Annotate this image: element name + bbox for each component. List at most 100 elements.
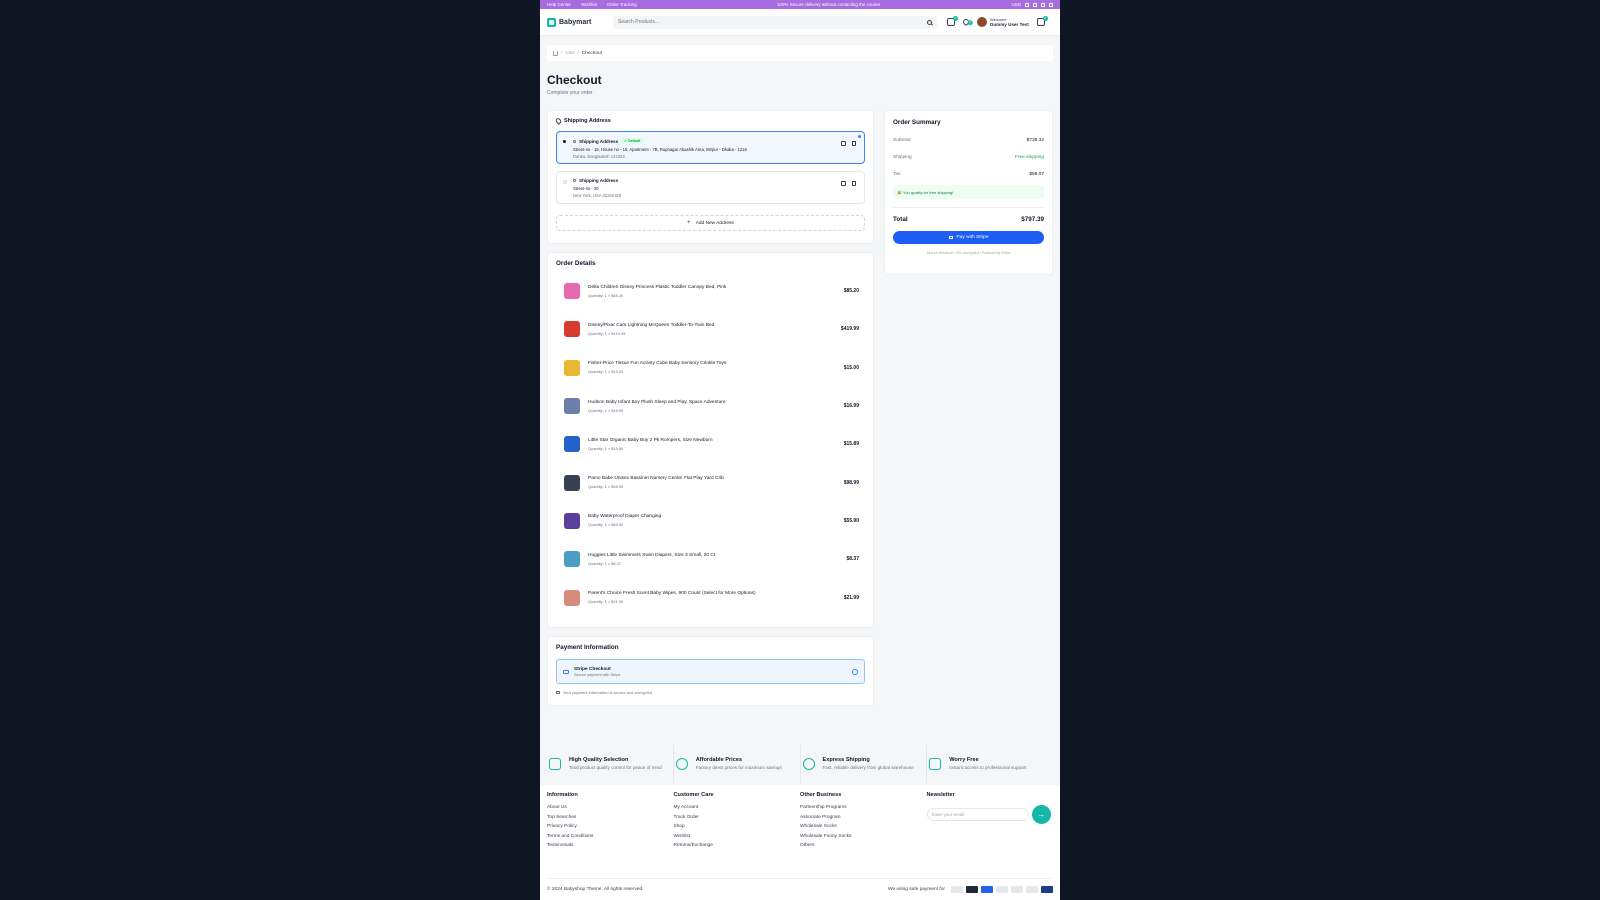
product-name[interactable]: Huggies Little Swimmers Swim Diapers, Si… [588, 553, 715, 558]
stripe-text: Stripe Checkout Secure payment with Stri… [574, 667, 620, 677]
product-price: $15.89 [843, 441, 859, 448]
amex-icon [981, 886, 993, 893]
wishlist-icon[interactable]: 0 [961, 17, 973, 27]
product-name[interactable]: Delta Children Disney Princess Plastic T… [588, 285, 726, 290]
logo[interactable]: Babymart [547, 17, 613, 27]
breadcrumb-cart[interactable]: Cart [565, 51, 574, 56]
footer-link[interactable]: Track Order [674, 815, 801, 820]
order-item-row: Delta Children Disney Princess Plastic T… [556, 272, 865, 310]
cart-icon[interactable]: 0 [1036, 16, 1048, 26]
product-info: Disney/Pixar Cars Lightning McQueen Todd… [588, 323, 714, 336]
footer-link[interactable]: Testimonials [547, 843, 674, 848]
lock-icon [556, 691, 560, 694]
instagram-icon[interactable] [1032, 2, 1037, 7]
edit-icon[interactable] [841, 141, 846, 146]
footer-link[interactable]: Wholesale Socks [800, 824, 927, 829]
footer-link[interactable]: Others [800, 843, 927, 848]
shipping-label: Shipping [893, 155, 912, 160]
product-name[interactable]: Disney/Pixar Cars Lightning McQueen Todd… [588, 323, 714, 328]
jcb-icon [996, 886, 1008, 893]
edit-icon[interactable] [841, 181, 846, 186]
product-name[interactable]: Fisher-Price Tissue Fun Activity Cube Ba… [588, 361, 726, 366]
unionpay-icon [1041, 886, 1053, 893]
address-radio[interactable] [563, 180, 567, 184]
pay-with-stripe-button[interactable]: Pay with Stripe [893, 231, 1044, 244]
search-input[interactable] [618, 19, 898, 25]
breadcrumb-sep: / [561, 50, 563, 56]
product-thumbnail[interactable] [564, 589, 580, 606]
footer-link[interactable]: Returns/Exchange [674, 843, 801, 848]
footer-heading: Customer Care [673, 792, 714, 798]
order-summary-card: Order Summary Subtotal $738.32 Shipping … [884, 110, 1053, 275]
footer-link[interactable]: Wholesale Funny Socks [800, 834, 927, 839]
product-name[interactable]: Pamo Babe Unisex Bassinet Nursery Center… [588, 476, 724, 481]
product-name[interactable]: Little Star Organic Baby Boy 2 Pk Romper… [588, 438, 713, 443]
product-thumbnail[interactable] [564, 321, 580, 338]
product-thumbnail[interactable] [564, 474, 580, 491]
footer-link[interactable]: Top Searches [547, 815, 674, 820]
product-info: Fisher-Price Tissue Fun Activity Cube Ba… [588, 361, 726, 374]
order-item-row: Disney/Pixar Cars Lightning McQueen Todd… [556, 310, 865, 348]
twitter-icon[interactable] [1048, 2, 1053, 7]
product-name[interactable]: Baby Waterproof Diaper Changing [588, 514, 661, 519]
wishlist-badge: 0 [967, 20, 973, 26]
trash-icon[interactable] [852, 181, 856, 186]
orders-icon[interactable]: 0 [947, 16, 958, 26]
address-pin-icon [573, 139, 576, 143]
divider [893, 207, 1044, 208]
user-menu[interactable]: Welcome Dummy User Test [977, 17, 1029, 27]
subtotal-value: $738.32 [1026, 138, 1044, 143]
search-bar [613, 15, 937, 29]
product-thumbnail[interactable] [564, 398, 580, 415]
feature-prices: Affordable Prices Factory direct prices f… [674, 745, 801, 783]
search-icon[interactable] [927, 19, 932, 25]
lock-icon [948, 236, 953, 239]
diners-icon [1026, 886, 1038, 893]
order-item-row: Baby Waterproof Diaper Changing Quantity:… [556, 502, 865, 540]
footer-heading: Other Business [800, 792, 842, 798]
feature-quality: High Quality Selection Total product qual… [547, 745, 674, 783]
product-thumbnail[interactable] [564, 283, 580, 300]
footer-link[interactable]: Privacy Policy [547, 824, 674, 829]
wishlist-link[interactable]: Wishlist [581, 2, 597, 7]
default-badge: ✓ Default [621, 138, 644, 144]
product-quantity: Quantity: 1 × $15.00 [588, 369, 624, 375]
footer-link[interactable]: Shop [674, 824, 801, 829]
footer-link[interactable]: Wishlist [674, 834, 801, 839]
footer-link[interactable]: Partnership Programs [800, 805, 927, 810]
shipping-value: Free shipping [1014, 155, 1044, 160]
newsletter-email-input[interactable] [926, 808, 1029, 821]
product-thumbnail[interactable] [564, 512, 580, 529]
address-head: Shipping Address [573, 178, 856, 183]
product-thumbnail[interactable] [564, 359, 580, 376]
product-name[interactable]: Parent's Choice Fresh Scent Baby Wipes, … [588, 591, 756, 596]
product-thumbnail[interactable] [564, 551, 580, 568]
product-name[interactable]: Hudson Baby Infant Boy Plush Sleep and P… [588, 400, 726, 405]
currency-select[interactable]: USD [1011, 2, 1021, 7]
total-label: Total [893, 216, 908, 223]
add-address-button[interactable]: + Add New Address [556, 215, 865, 231]
linkedin-icon[interactable] [1040, 2, 1045, 7]
footer-heading: Newsletter [926, 792, 955, 798]
arrow-right-icon: → [1037, 810, 1045, 819]
header-icons: 0 0 Welcome Dummy User Test 0 [947, 16, 1048, 27]
footer-link[interactable]: About Us [547, 805, 674, 810]
features-strip: High Quality Selection Total product qual… [540, 745, 1060, 783]
product-thumbnail[interactable] [564, 436, 580, 453]
footer-link[interactable]: Terms and Conditions [547, 834, 674, 839]
facebook-icon[interactable] [1024, 2, 1029, 7]
order-tracking-link[interactable]: Order Tracking [607, 2, 637, 7]
feature-worry-free: Worry Free Instant access to professional… [927, 745, 1053, 783]
product-info: Hudson Baby Infant Boy Plush Sleep and P… [588, 400, 726, 413]
home-icon[interactable] [553, 50, 558, 56]
footer-link[interactable]: My Account [674, 805, 801, 810]
address-option-selected[interactable]: Shipping Address ✓ Default Street-no - 1… [556, 131, 865, 164]
feature-desc: Factory direct prices for maximum saving… [695, 765, 782, 770]
help-center-link[interactable]: Help Center [547, 2, 571, 7]
stripe-option[interactable]: Stripe Checkout Secure payment with Stri… [556, 659, 865, 684]
trash-icon[interactable] [852, 141, 856, 146]
footer-link[interactable]: Associate Program [800, 815, 927, 820]
address-radio[interactable] [563, 140, 566, 143]
newsletter-submit-button[interactable]: → [1031, 805, 1051, 824]
address-option[interactable]: Shipping Address Street-no - 20 New York… [556, 171, 865, 204]
